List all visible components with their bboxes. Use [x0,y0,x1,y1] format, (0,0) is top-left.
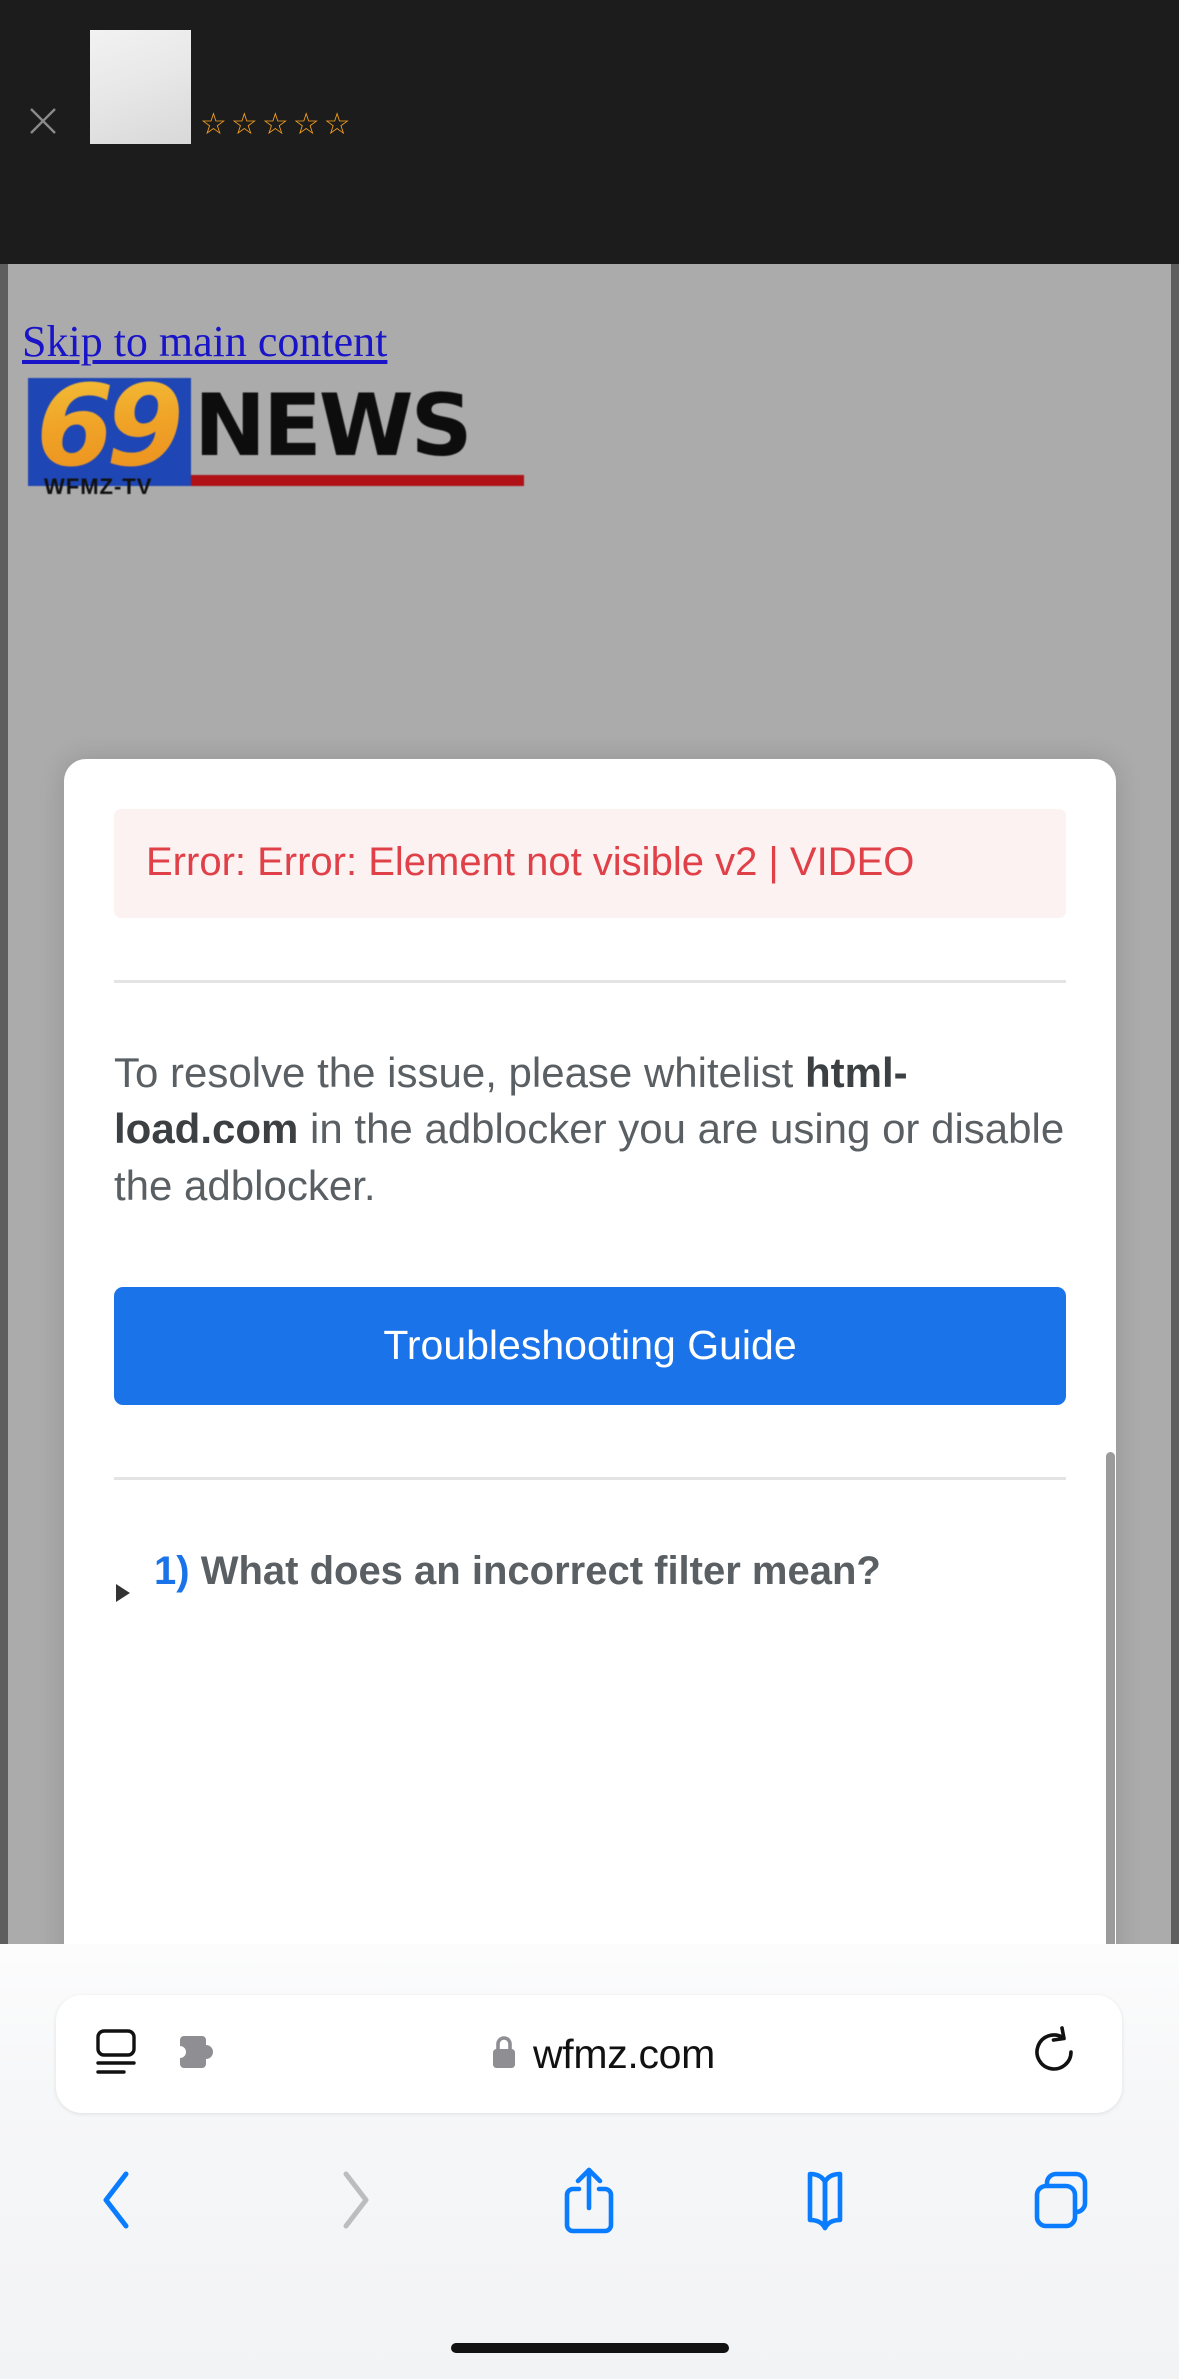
divider [114,979,1066,983]
faq-item[interactable]: 1) What does an incorrect filter mean? [114,1542,1066,1604]
star-icon[interactable]: ☆ [262,110,289,140]
ad-rating-stars[interactable]: ☆ ☆ ☆ ☆ ☆ [200,110,351,140]
address-bar[interactable]: wfmz.com [56,1995,1122,2113]
error-message: Error: Error: Element not visible v2 | V… [114,809,1066,918]
back-button[interactable] [0,2140,236,2260]
divider [114,1476,1066,1480]
ad-interstitial-banner: ☆ ☆ ☆ ☆ ☆ [0,0,1179,264]
star-icon[interactable]: ☆ [324,110,351,140]
reader-view-icon[interactable] [94,2028,146,2081]
adblock-detection-modal: Error: Error: Element not visible v2 | V… [64,759,1116,1944]
browser-chrome: wfmz.com [0,1944,1179,2379]
page-right-edge [1171,264,1179,1944]
logo-red-bar [191,475,524,486]
close-icon[interactable] [22,100,64,142]
url-text[interactable]: wfmz.com [533,2031,715,2078]
page-scrollbar[interactable] [1106,1452,1115,1944]
resolve-instructions: To resolve the issue, please whitelist h… [114,1045,1066,1215]
ad-thumbnail[interactable] [90,30,191,144]
reload-icon[interactable] [1028,2025,1080,2084]
lock-icon [489,2033,519,2076]
triangle-right-icon[interactable] [114,1582,144,1604]
tabs-button[interactable] [943,2140,1179,2260]
skip-to-main-content-link[interactable]: Skip to main content [22,316,387,367]
resolve-text-before: To resolve the issue, please whitelist [114,1048,806,1096]
logo-station-callsign: WFMZ-TV [44,474,153,499]
faq-question[interactable]: 1) What does an incorrect filter mean? [144,1542,1066,1600]
share-button[interactable] [472,2140,708,2260]
star-icon[interactable]: ☆ [200,110,227,140]
home-indicator [450,2343,729,2353]
star-icon[interactable]: ☆ [293,110,320,140]
troubleshooting-guide-button[interactable]: Troubleshooting Guide [114,1286,1066,1405]
faq-question-text: What does an incorrect filter mean? [200,1548,881,1593]
browser-toolbar [0,2140,1179,2260]
page-left-edge [0,264,8,1944]
bookmarks-button[interactable] [707,2140,943,2260]
site-logo-69-news[interactable]: 69 WFMZ-TV NEWS [28,368,524,499]
faq-number: 1) [154,1548,190,1593]
web-page-content: Skip to main content 69 WFMZ-TV NEWS Err… [0,264,1179,1944]
logo-wordmark: NEWS [194,376,473,476]
star-icon[interactable]: ☆ [231,110,258,140]
forward-button[interactable] [236,2140,472,2260]
